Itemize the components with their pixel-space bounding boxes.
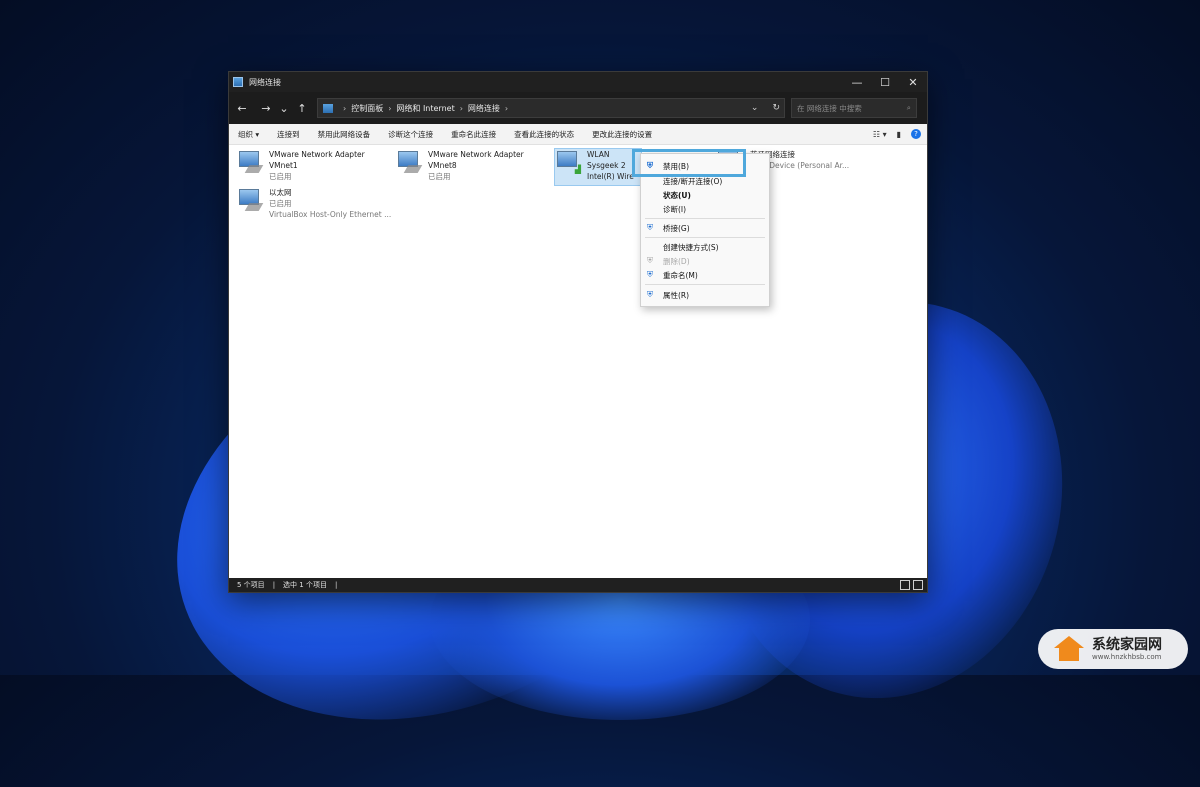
- menu-item-delete: ⛨ 删除(D): [641, 254, 769, 268]
- connection-network: Sysgeek 2: [587, 161, 626, 170]
- address-bar-row: ← → ⌄ ↑ › 控制面板 › 网络和 Internet › 网络连接 › ⌄…: [229, 92, 927, 124]
- connection-device: Intel(R) Wire: [587, 172, 634, 181]
- network-folder-icon: [233, 77, 243, 87]
- menu-item-bridge[interactable]: ⛨ 桥接(G): [641, 221, 769, 235]
- control-panel-icon: [323, 103, 333, 113]
- back-arrow-icon[interactable]: ←: [233, 102, 251, 115]
- recent-locations-chevron-icon[interactable]: ⌄: [275, 102, 293, 115]
- uac-shield-icon: ⛨: [647, 256, 653, 265]
- connection-name: VMware Network Adapter: [269, 150, 365, 159]
- command-bar: 组织 ▾ 连接到 禁用此网络设备 诊断这个连接 重命名此连接 查看此连接的状态 …: [229, 124, 927, 145]
- diagnose-button[interactable]: 诊断这个连接: [379, 129, 442, 140]
- uac-shield-icon: ⛨: [647, 290, 653, 299]
- menu-item-diagnose[interactable]: 诊断(I): [641, 202, 769, 216]
- view-status-button[interactable]: 查看此连接的状态: [505, 129, 583, 140]
- menu-item-label: 桥接(G): [663, 223, 690, 233]
- search-placeholder: 在 网络连接 中搜索: [797, 103, 862, 113]
- watermark-title: 系统家园网: [1092, 637, 1162, 653]
- uac-shield-icon: ⛨: [647, 270, 653, 279]
- minimize-button[interactable]: —: [843, 72, 871, 92]
- menu-separator: [645, 284, 765, 285]
- network-adapter-icon: [237, 149, 264, 175]
- network-adapter-icon: [237, 187, 264, 213]
- search-input[interactable]: 在 网络连接 中搜索 ⌕: [791, 98, 917, 118]
- address-field[interactable]: › 控制面板 › 网络和 Internet › 网络连接 › ⌄ ↻: [317, 98, 785, 118]
- connection-network: VMnet1: [269, 161, 298, 170]
- connection-name: WLAN: [587, 150, 610, 159]
- address-dropdown-icon[interactable]: ⌄: [751, 103, 759, 113]
- menu-item-rename[interactable]: ⛨ 重命名(M): [641, 268, 769, 282]
- connection-item-vmnet8[interactable]: VMware Network Adapter VMnet8 已启用: [396, 149, 524, 182]
- title-bar[interactable]: 网络连接 — ☐ ✕: [229, 72, 927, 92]
- network-adapter-icon: [396, 149, 423, 175]
- connection-name: VMware Network Adapter: [428, 150, 524, 159]
- breadcrumb-control-panel[interactable]: 控制面板: [351, 103, 383, 114]
- menu-item-create-shortcut[interactable]: 创建快捷方式(S): [641, 240, 769, 254]
- connection-status: 已启用: [269, 172, 292, 181]
- menu-item-label: 诊断(I): [663, 204, 687, 214]
- connection-status: 已启用: [269, 199, 292, 208]
- connection-item-wlan[interactable]: ▟ WLAN Sysgeek 2 Intel(R) Wire: [554, 148, 642, 186]
- menu-separator: [645, 218, 765, 219]
- house-logo-icon: [1054, 636, 1084, 662]
- menu-item-label: 连接/断开连接(O): [663, 176, 723, 186]
- connection-item-ethernet[interactable]: 以太网 已启用 VirtualBox Host-Only Ethernet ..…: [237, 187, 391, 220]
- organize-button[interactable]: 组织 ▾: [229, 129, 268, 140]
- breadcrumb-separator: ›: [459, 103, 463, 113]
- status-bar: 5 个项目 | 选中 1 个项目 |: [229, 578, 927, 592]
- breadcrumb-network-connections[interactable]: 网络连接: [468, 103, 500, 114]
- connection-device: VirtualBox Host-Only Ethernet ...: [269, 210, 392, 219]
- menu-item-label: 状态(U): [663, 190, 691, 200]
- search-icon: ⌕: [906, 103, 911, 112]
- large-icons-view-icon[interactable]: [913, 580, 923, 590]
- close-button[interactable]: ✕: [899, 72, 927, 92]
- status-separator: |: [272, 581, 276, 589]
- connection-network: VMnet8: [428, 161, 457, 170]
- details-view-icon[interactable]: [900, 580, 910, 590]
- view-options-icon[interactable]: ☷ ▾: [873, 130, 887, 139]
- wireless-adapter-icon: ▟: [555, 149, 581, 175]
- help-icon[interactable]: ?: [911, 129, 921, 139]
- connection-name: 以太网: [269, 188, 292, 197]
- status-separator: |: [334, 581, 338, 589]
- breadcrumb-separator: ›: [504, 103, 509, 113]
- change-settings-button[interactable]: 更改此连接的设置: [583, 129, 661, 140]
- menu-item-properties[interactable]: ⛨ 属性(R): [641, 288, 769, 302]
- menu-item-label: 创建快捷方式(S): [663, 242, 719, 252]
- breadcrumb-separator: ›: [388, 103, 392, 113]
- disable-highlight-frame: [632, 149, 746, 177]
- menu-item-label: 重命名(M): [663, 270, 698, 280]
- window-title: 网络连接: [249, 77, 281, 87]
- network-connections-window: 网络连接 — ☐ ✕ ← → ⌄ ↑ › 控制面板 › 网络和 Internet…: [228, 71, 928, 593]
- watermark-url: www.hnzkhbsb.com: [1092, 653, 1162, 661]
- refresh-icon[interactable]: ↻: [772, 103, 780, 113]
- connection-item-vmnet1[interactable]: VMware Network Adapter VMnet1 已启用: [237, 149, 365, 182]
- up-arrow-icon[interactable]: ↑: [293, 102, 311, 115]
- item-count: 5 个项目: [237, 581, 265, 589]
- selected-count: 选中 1 个项目: [283, 581, 327, 589]
- menu-separator: [645, 237, 765, 238]
- maximize-button[interactable]: ☐: [871, 72, 899, 92]
- connect-to-button[interactable]: 连接到: [268, 129, 309, 140]
- site-watermark: 系统家园网 www.hnzkhbsb.com: [1038, 629, 1188, 669]
- preview-pane-icon[interactable]: ▮: [897, 130, 901, 139]
- connection-status: 已启用: [428, 172, 451, 181]
- forward-arrow-icon[interactable]: →: [257, 102, 275, 115]
- breadcrumb-separator: ›: [343, 103, 347, 113]
- uac-shield-icon: ⛨: [647, 223, 653, 232]
- disable-device-button[interactable]: 禁用此网络设备: [309, 129, 380, 140]
- breadcrumb-network-internet[interactable]: 网络和 Internet: [396, 103, 454, 114]
- connections-list: VMware Network Adapter VMnet1 已启用 VMware…: [229, 145, 927, 577]
- menu-item-status[interactable]: 状态(U): [641, 188, 769, 202]
- menu-item-label: 删除(D): [663, 256, 690, 266]
- rename-button[interactable]: 重命名此连接: [442, 129, 505, 140]
- menu-item-label: 属性(R): [663, 290, 690, 300]
